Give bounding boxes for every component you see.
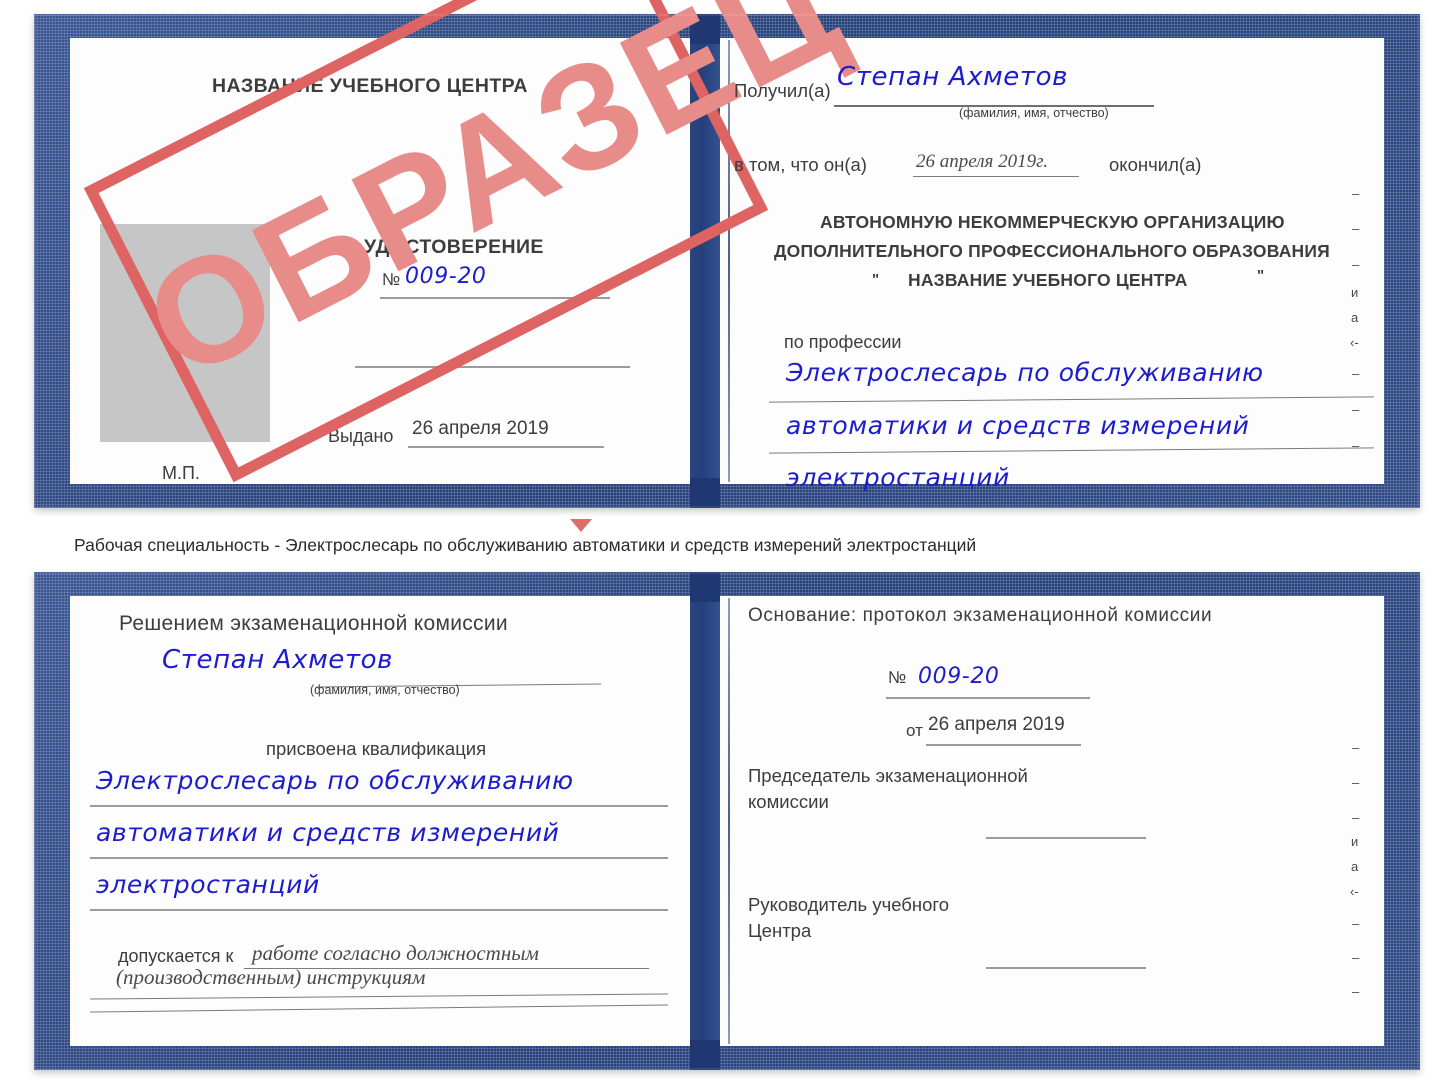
- blank-rule-1: [355, 366, 630, 368]
- in-that-rule: [913, 176, 1079, 177]
- finished-label: окончил(а): [1109, 154, 1202, 175]
- certificate-number-rule: [380, 297, 610, 299]
- profession-line-1: Электрослесарь по обслуживанию: [786, 358, 1264, 387]
- head-line-1: Руководитель учебного: [748, 894, 950, 915]
- admitted-value-line-2: (производственным) инструкциям: [116, 965, 426, 989]
- protocol-number-value: 009-20: [918, 664, 1000, 689]
- organization-line-3: НАЗВАНИЕ УЧЕБНОГО ЦЕНТРА: [908, 270, 1188, 290]
- qualification-line-2: автоматики и средств измерений: [96, 818, 560, 847]
- recipient-name-bottom: Степан Ахметов: [162, 645, 394, 675]
- edge-glyph-3: –: [1352, 257, 1360, 272]
- issued-rule: [408, 446, 604, 448]
- basis-label: Основание: протокол экзаменационной коми…: [748, 605, 1213, 626]
- edge-glyph-b3: –: [1352, 810, 1360, 825]
- edge-glyph-b8: –: [1352, 950, 1360, 965]
- training-center-header: НАЗВАНИЕ УЧЕБНОГО ЦЕНТРА: [212, 75, 528, 97]
- edge-glyph-6: ‹-: [1350, 335, 1359, 350]
- protocol-number-rule: [886, 697, 1090, 699]
- edge-glyph-b5: а: [1351, 859, 1359, 874]
- issued-value: 26 апреля 2019: [412, 418, 549, 439]
- head-line-2: Центра: [748, 920, 812, 941]
- organization-line-2: ДОПОЛНИТЕЛЬНОГО ПРОФЕССИОНАЛЬНОГО ОБРАЗО…: [774, 241, 1330, 261]
- seal-label: М.П.: [162, 463, 200, 483]
- spine-tab-top-bottom: [690, 572, 720, 602]
- certificate-number-value: 009-20: [405, 264, 487, 289]
- certificate-spine-bottom: [690, 572, 720, 1070]
- organization-quote-open: ": [872, 271, 880, 288]
- spine-tab-bottom-bottom: [690, 1040, 720, 1070]
- protocol-date-value: 26 апреля 2019: [928, 714, 1065, 735]
- qualification-rule-1: [90, 805, 668, 807]
- received-label: Получил(а): [734, 80, 831, 101]
- edge-glyph-7: –: [1352, 366, 1360, 381]
- edge-glyph-1: –: [1352, 186, 1360, 201]
- profession-line-2: автоматики и средств измерений: [786, 411, 1250, 440]
- qualification-rule-2: [90, 857, 668, 859]
- edge-glyph-4: и: [1351, 285, 1359, 300]
- admitted-value-line-1: работе согласно должностным: [252, 941, 539, 965]
- profession-label: по профессии: [784, 332, 902, 352]
- edge-glyph-2: –: [1352, 221, 1360, 236]
- profession-line-3: электростанций: [786, 463, 1010, 492]
- issued-label: Выдано: [328, 426, 394, 446]
- certificate-title: УДОСТОВЕРЕНИЕ: [364, 236, 544, 258]
- edge-glyph-b9: –: [1352, 984, 1360, 999]
- chairman-signature-rule: [986, 837, 1146, 839]
- admitted-label: допускается к: [118, 946, 234, 966]
- in-that-value: 26 апреля 2019г.: [916, 151, 1048, 172]
- screenshot-root: НАЗВАНИЕ УЧЕБНОГО ЦЕНТРА УДОСТОВЕРЕНИЕ №…: [0, 0, 1448, 1085]
- edge-glyph-b4: и: [1351, 834, 1359, 849]
- organization-line-1: АВТОНОМНУЮ НЕКОММЕРЧЕСКУЮ ОРГАНИЗАЦИЮ: [820, 212, 1285, 232]
- spine-tab-top: [690, 14, 720, 44]
- commission-decision-heading: Решением экзаменационной комиссии: [119, 612, 508, 635]
- edge-glyph-b1: –: [1352, 740, 1360, 755]
- photo-placeholder: [100, 224, 270, 442]
- edge-glyph-b6: ‹-: [1350, 884, 1359, 899]
- qualification-rule-3: [90, 909, 668, 911]
- certificate-spine: [690, 14, 720, 508]
- protocol-date-label: от: [906, 721, 923, 740]
- received-value: Степан Ахметов: [837, 62, 1069, 92]
- certificate-number-label: №: [382, 270, 401, 289]
- protocol-number-label: №: [888, 668, 907, 687]
- name-hint-top: (фамилия, имя, отчество): [959, 106, 1109, 120]
- edge-glyph-9: –: [1352, 438, 1360, 453]
- edge-glyph-b2: –: [1352, 775, 1360, 790]
- spine-tab-bottom: [690, 478, 720, 508]
- head-signature-rule: [986, 967, 1146, 969]
- edge-glyph-5: а: [1351, 310, 1359, 325]
- red-arrow-artifact: [570, 519, 592, 532]
- qualification-line-1: Электрослесарь по обслуживанию: [96, 766, 574, 795]
- specialty-caption: Рабочая специальность - Электрослесарь п…: [74, 535, 977, 555]
- chairman-line-2: комиссии: [748, 791, 829, 812]
- spine-crease-bottom: [728, 598, 730, 1044]
- bottom-certificate-right-page: [710, 596, 1384, 1046]
- top-certificate: НАЗВАНИЕ УЧЕБНОГО ЦЕНТРА УДОСТОВЕРЕНИЕ №…: [34, 0, 1420, 508]
- bottom-certificate: Решением экзаменационной комиссии Степан…: [34, 572, 1420, 1070]
- organization-quote-close: ": [1257, 267, 1265, 284]
- qualification-line-3: электростанций: [96, 870, 320, 899]
- qualification-label: присвоена квалификация: [266, 738, 487, 759]
- protocol-date-rule: [926, 744, 1081, 746]
- edge-glyph-8: –: [1352, 402, 1360, 417]
- edge-glyph-b7: –: [1352, 916, 1360, 931]
- chairman-line-1: Председатель экзаменационной: [748, 765, 1028, 786]
- name-hint-bottom: (фамилия, имя, отчество): [310, 683, 460, 697]
- spine-crease: [728, 40, 730, 482]
- in-that-label: в том, что он(а): [734, 154, 867, 175]
